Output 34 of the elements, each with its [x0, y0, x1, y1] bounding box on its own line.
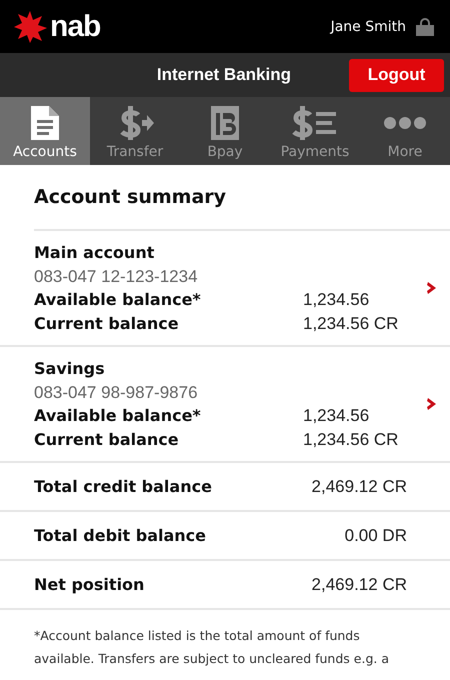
balance-label: Available balance* [34, 288, 202, 310]
chevron-right-icon [426, 281, 438, 295]
page-title: Internet Banking [156, 65, 291, 85]
total-label: Total credit balance [34, 476, 213, 498]
total-value: 2,469.12 CR [310, 476, 407, 498]
balance-value: 1,234.56 [303, 288, 370, 310]
section-title: Account summary [34, 165, 450, 231]
account-name: Main account [34, 242, 156, 264]
dollar-list-icon [292, 106, 338, 140]
user-name: Jane Smith [330, 18, 406, 34]
account-row[interactable]: Main account 083-047 12-123-1234 Available balance* 1,234.56 Current balance 1,234.56 CR [0, 231, 450, 347]
balance-label: Current balance [34, 428, 180, 450]
balance-value: 1,234.56 CR [303, 312, 400, 334]
account-name: Savings [34, 358, 106, 380]
star-logo-icon [13, 10, 47, 44]
total-value: 0.00 DR [344, 524, 407, 546]
balance-value: 1,234.56 CR [303, 428, 400, 450]
account-number: 083-047 12-123-1234 [34, 266, 199, 288]
bpay-icon [211, 106, 239, 140]
total-value: 2,469.12 CR [310, 574, 407, 596]
chevron-right-icon [426, 397, 438, 411]
logout-button[interactable]: Logout [349, 58, 444, 92]
lock-icon [416, 17, 434, 36]
balance-value: 1,234.56 [303, 404, 370, 426]
balance-label: Current balance [34, 312, 180, 334]
account-number: 083-047 98-987-9876 [34, 382, 199, 404]
footnote: *Account balance listed is the total amount of funds available. Transfers are subject to uncleared funds e.g. a [34, 627, 390, 668]
account-row[interactable]: Savings 083-047 98-987-9876 Available balance* 1,234.56 Current balance 1,234.56 CR [0, 347, 450, 463]
balance-label: Available balance* [34, 404, 202, 426]
document-icon [31, 106, 59, 140]
brand-name: nab [50, 10, 100, 44]
nav-tab[interactable]: Accounts [0, 97, 90, 165]
total-label: Net position [34, 574, 146, 596]
total-label: Total debit balance [34, 524, 207, 546]
